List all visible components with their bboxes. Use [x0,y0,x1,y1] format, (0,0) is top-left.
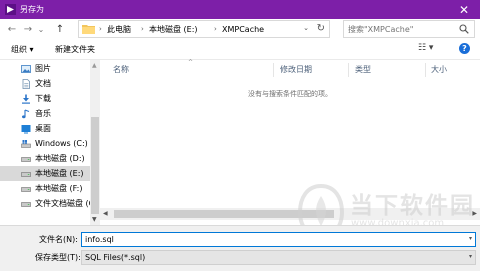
empty-results-message: 没有与搜索条件匹配的项。 [248,90,332,98]
scroll-right-icon[interactable]: ▶ [472,210,477,217]
close-button[interactable]: ✕ [448,0,480,19]
sidebar-item-label: 本地磁盘 (E:) [35,168,84,178]
filetype-value: SQL Files(*.sql) [85,253,146,262]
sidebar-item-documents[interactable]: 文档 [0,76,90,91]
breadcrumb-separator: › [99,25,102,33]
scroll-up-icon[interactable]: ▲ [92,62,97,69]
chevron-down-icon: ⌄ [37,24,45,34]
forward-arrow-icon: → [23,23,33,35]
column-divider[interactable] [273,63,274,77]
music-icon [22,108,30,118]
sidebar-item-label: 本地磁盘 (D:) [35,153,85,163]
navigation-pane: 图片 文档 下载 音乐 桌面 Windows (C:) 本地磁盘 (D:) 本地… [0,60,100,225]
search-icon [459,24,469,34]
sort-indicator-icon: ^ [188,59,194,66]
search-box[interactable] [343,20,475,38]
column-divider[interactable] [348,63,349,77]
sidebar-item-music[interactable]: 音乐 [0,106,90,121]
column-header-size[interactable]: 大小 [431,64,447,75]
sidebar-item-drive-f[interactable]: 本地磁盘 (F:) [0,181,90,196]
breadcrumb-drive-e[interactable]: 本地磁盘 (E:) [149,24,198,35]
downloads-icon [22,94,30,104]
scrollbar-thumb[interactable] [114,210,334,218]
filename-dropdown-icon[interactable]: ▾ [469,235,472,242]
drive-icon [21,186,31,192]
navigation-scrollbar[interactable]: ▲ ▼ [90,60,100,225]
back-button[interactable]: ← [5,21,19,37]
sidebar-item-drive-g[interactable]: 文件文档磁盘 (G [0,196,95,211]
sidebar-item-label: 文件文档磁盘 (G [35,198,95,208]
breadcrumb-separator: › [141,25,144,33]
address-row: ← → ⌄ ↑ › 此电脑 › 本地磁盘 (E:) › XMPCache ⌄ ↻ [0,19,480,39]
breadcrumb-separator: › [214,25,217,33]
sidebar-item-label: 本地磁盘 (F:) [35,183,83,193]
app-icon [5,4,16,15]
filename-input[interactable] [85,234,455,245]
drive-icon [21,171,31,177]
sidebar-item-windows-c[interactable]: Windows (C:) [0,136,90,151]
close-icon: ✕ [458,2,470,17]
sidebar-item-pictures[interactable]: 图片 [0,61,90,76]
up-arrow-icon: ↑ [55,23,65,35]
sidebar-item-downloads[interactable]: 下载 [0,91,90,106]
recent-locations-button[interactable]: ⌄ [36,21,46,37]
back-arrow-icon: ← [7,23,17,35]
pictures-icon [21,64,31,73]
column-header-type[interactable]: 类型 [355,64,371,75]
sidebar-item-drive-d[interactable]: 本地磁盘 (D:) [0,151,90,166]
column-header-modified[interactable]: 修改日期 [280,64,312,75]
address-dropdown-icon[interactable]: ⌄ [303,24,309,32]
breadcrumb-this-pc[interactable]: 此电脑 [107,24,131,35]
help-icon[interactable]: ? [459,43,470,54]
sidebar-item-label: 音乐 [35,108,51,118]
filetype-select[interactable]: SQL Files(*.sql) ▾ [81,250,476,265]
documents-icon [22,78,30,89]
search-input[interactable] [348,23,456,35]
filename-label: 文件名(N): [39,235,78,244]
scrollbar-thumb[interactable] [91,117,99,214]
save-options-panel: 文件名(N): ▾ 保存类型(T): SQL Files(*.sql) ▾ [0,225,480,271]
forward-button[interactable]: → [21,21,35,37]
horizontal-scrollbar[interactable]: ◀ ▶ [100,208,480,220]
sidebar-item-label: 图片 [35,63,51,73]
command-bar: 组织 ▾ 新建文件夹 ☷ ▾ ? [0,39,480,60]
filetype-dropdown-icon[interactable]: ▾ [469,253,472,260]
up-button[interactable]: ↑ [53,21,67,37]
title-bar: 另存为 ✕ [0,0,480,19]
sidebar-item-label: 下载 [35,93,51,103]
scroll-left-icon[interactable]: ◀ [103,210,108,217]
sidebar-item-drive-e[interactable]: 本地磁盘 (E:) [0,166,90,181]
drive-icon [21,156,31,162]
filename-field[interactable]: ▾ [81,232,476,247]
sidebar-item-desktop[interactable]: 桌面 [0,121,90,136]
address-bar[interactable]: › 此电脑 › 本地磁盘 (E:) › XMPCache ⌄ ↻ [78,20,330,38]
folder-icon [82,25,95,34]
window-title: 另存为 [20,5,44,14]
refresh-icon[interactable]: ↻ [317,23,325,34]
new-folder-button[interactable]: 新建文件夹 [55,44,95,55]
sidebar-item-label: Windows (C:) [35,138,88,148]
windows-drive-icon [21,139,31,148]
organize-button[interactable]: 组织 ▾ [11,44,34,55]
file-list: ^ 名称 修改日期 类型 大小 没有与搜索条件匹配的项。 ◀ ▶ [100,59,480,225]
sidebar-item-label: 桌面 [35,123,51,133]
desktop-icon [21,124,31,133]
column-divider[interactable] [425,63,426,77]
breadcrumb-xmpcache[interactable]: XMPCache [222,24,264,35]
filetype-label: 保存类型(T): [35,253,81,262]
scroll-down-icon[interactable]: ▼ [92,216,97,223]
column-header-name[interactable]: 名称 [113,64,129,75]
sidebar-item-label: 文档 [35,78,51,88]
view-options-button[interactable]: ☷ ▾ [418,43,440,56]
drive-icon [21,201,31,207]
